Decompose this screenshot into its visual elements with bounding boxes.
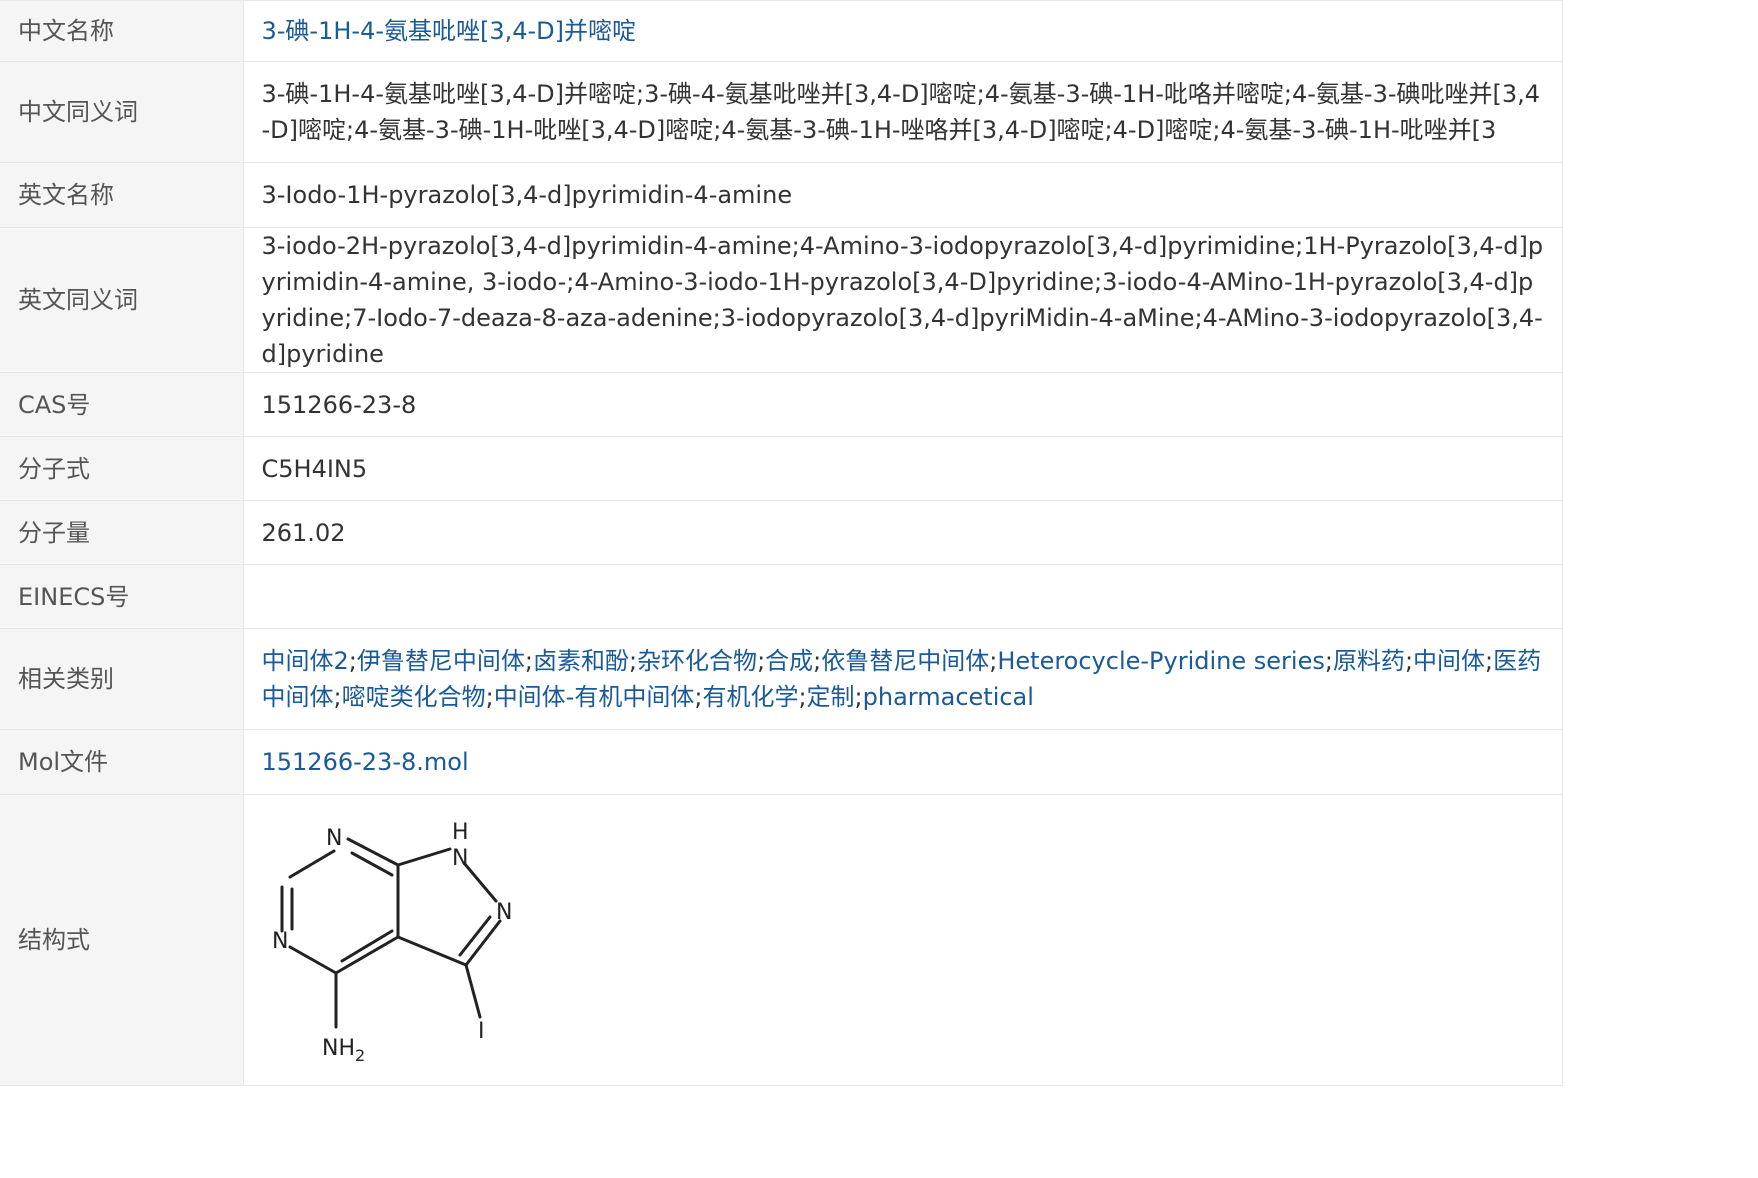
label-einecs: EINECS号	[0, 564, 244, 629]
value-structure: N H N N N I NH2	[243, 794, 1563, 1086]
category-link[interactable]: 中间体-有机中间体	[494, 683, 695, 711]
category-separator: ;	[1404, 647, 1414, 675]
category-link[interactable]: 中间体	[1413, 647, 1485, 675]
category-link[interactable]: pharmacetical	[863, 683, 1034, 711]
category-link[interactable]: 依鲁替尼中间体	[821, 647, 989, 675]
row-cn-synonyms: 中文同义词 3-碘-1H-4-氨基吡唑[3,4-D]并嘧啶;3-碘-4-氨基吡唑…	[0, 61, 1563, 163]
label-en-name: 英文名称	[0, 162, 244, 228]
category-link[interactable]: 合成	[765, 647, 813, 675]
value-mw: 261.02	[243, 500, 1563, 565]
category-link[interactable]: 原料药	[1333, 647, 1405, 675]
label-cn-synonyms: 中文同义词	[0, 61, 244, 163]
category-link[interactable]: 有机化学	[702, 683, 798, 711]
compound-info-table: 中文名称 3-碘-1H-4-氨基吡唑[3,4-D]并嘧啶 中文同义词 3-碘-1…	[0, 0, 1563, 1086]
value-en-synonyms: 3-iodo-2H-pyrazolo[3,4-d]pyrimidin-4-ami…	[243, 227, 1563, 373]
label-en-synonyms: 英文同义词	[0, 227, 244, 373]
value-cn-name: 3-碘-1H-4-氨基吡唑[3,4-D]并嘧啶	[243, 0, 1563, 62]
row-mol: Mol文件 151266-23-8.mol	[0, 729, 1563, 795]
category-link[interactable]: 卤素和酚	[533, 647, 629, 675]
atom-n-nh: N	[452, 846, 468, 871]
category-separator: ;	[1324, 647, 1333, 675]
value-einecs	[243, 564, 1563, 629]
row-cn-name: 中文名称 3-碘-1H-4-氨基吡唑[3,4-D]并嘧啶	[0, 0, 1563, 62]
bond-n3-c4	[288, 945, 337, 975]
structure-diagram: N H N N N I NH2	[272, 820, 512, 1065]
category-separator: ;	[798, 683, 807, 711]
value-formula: C5H4IN5	[243, 436, 1563, 501]
category-separator: ;	[854, 683, 863, 711]
atom-h-top: H	[452, 820, 469, 845]
category-separator: ;	[628, 647, 638, 675]
category-separator: ;	[348, 647, 357, 675]
category-link[interactable]: 嘧啶类化合物	[342, 683, 486, 711]
row-mw: 分子量 261.02	[0, 500, 1563, 565]
value-categories: 中间体2;伊鲁替尼中间体;卤素和酚;杂环化合物;合成;依鲁替尼中间体;Heter…	[243, 628, 1563, 730]
atom-nh2-main: NH	[322, 1036, 355, 1061]
bond-c7a-nh	[396, 847, 451, 867]
value-cas: 151266-23-8	[243, 372, 1563, 437]
row-categories: 相关类别 中间体2;伊鲁替尼中间体;卤素和酚;杂环化合物;合成;依鲁替尼中间体;…	[0, 628, 1563, 730]
bond-nh-n	[462, 861, 497, 903]
row-structure: 结构式 N H N N N I NH2	[0, 794, 1563, 1086]
label-categories: 相关类别	[0, 628, 244, 730]
atom-n-right: N	[496, 900, 512, 925]
atom-n-top: N	[326, 826, 342, 851]
row-en-synonyms: 英文同义词 3-iodo-2H-pyrazolo[3,4-d]pyrimidin…	[0, 227, 1563, 373]
mol-file-link[interactable]: 151266-23-8.mol	[262, 748, 469, 776]
atom-iodine: I	[478, 1019, 485, 1044]
bond-c3-i	[464, 963, 481, 1019]
bond-c7a-n1-double	[350, 851, 393, 877]
value-en-name: 3-Iodo-1H-pyrazolo[3,4-d]pyrimidin-4-ami…	[243, 162, 1563, 228]
row-formula: 分子式 C5H4IN5	[0, 436, 1563, 501]
cn-name-link[interactable]: 3-碘-1H-4-氨基吡唑[3,4-D]并嘧啶	[262, 17, 637, 45]
row-einecs: EINECS号	[0, 564, 1563, 629]
category-separator: ;	[333, 683, 342, 711]
label-cas: CAS号	[0, 372, 244, 437]
bond-c7a-n1	[346, 837, 399, 867]
row-cas: CAS号 151266-23-8	[0, 372, 1563, 437]
bond-c4-c4a	[334, 935, 399, 975]
category-link[interactable]: 中间体2	[262, 647, 349, 675]
label-cn-name: 中文名称	[0, 0, 244, 62]
bond-n1-c2	[288, 849, 335, 879]
label-structure: 结构式	[0, 794, 244, 1086]
category-separator: ;	[524, 647, 533, 675]
atom-n-left: N	[272, 929, 288, 954]
value-mol: 151266-23-8.mol	[243, 729, 1563, 795]
label-mw: 分子量	[0, 500, 244, 565]
category-link[interactable]: 杂环化合物	[637, 647, 757, 675]
category-link[interactable]: Heterocycle-Pyridine series	[997, 647, 1325, 675]
category-link[interactable]: 定制	[807, 683, 855, 711]
category-separator: ;	[1485, 647, 1494, 675]
bond-n-c3-double	[458, 915, 491, 957]
value-cn-synonyms: 3-碘-1H-4-氨基吡唑[3,4-D]并嘧啶;3-碘-4-氨基吡唑并[3,4-…	[243, 61, 1563, 163]
label-mol: Mol文件	[0, 729, 244, 795]
label-formula: 分子式	[0, 436, 244, 501]
atom-nh2: NH2	[322, 1036, 365, 1065]
atom-nh2-subscript: 2	[355, 1046, 365, 1065]
bond-c3-c4a	[396, 935, 467, 967]
category-link[interactable]: 伊鲁替尼中间体	[357, 647, 525, 675]
row-en-name: 英文名称 3-Iodo-1H-pyrazolo[3,4-d]pyrimidin-…	[0, 162, 1563, 228]
category-separator: ;	[757, 647, 766, 675]
category-separator: ;	[485, 683, 494, 711]
